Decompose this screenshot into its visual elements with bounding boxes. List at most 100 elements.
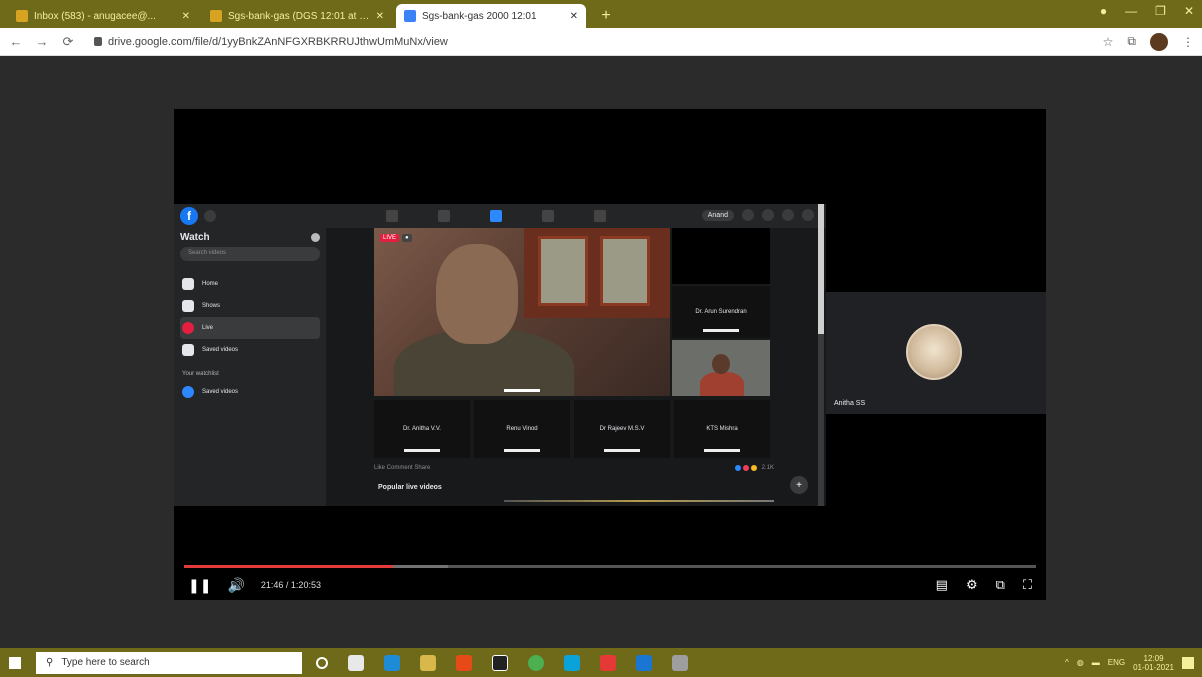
fb-nav-icons	[386, 210, 606, 222]
back-icon[interactable]: ←	[8, 34, 24, 49]
store-icon[interactable]	[564, 654, 580, 671]
volume-icon[interactable]: 🔊	[227, 577, 244, 594]
network-icon[interactable]: ◍	[1077, 658, 1084, 667]
close-tab-icon[interactable]: ✕	[570, 11, 578, 22]
live-icon	[182, 322, 194, 334]
close-tab-icon[interactable]: ✕	[376, 11, 384, 22]
office-icon[interactable]	[456, 654, 472, 671]
url-field[interactable]: drive.google.com/file/d/1yyBnkZAnNFGXRBK…	[86, 32, 1093, 52]
participant-name: Renu Vinod	[506, 426, 538, 432]
fb-watch-sidebar: Watch Search videos Home Shows Live Save…	[174, 228, 326, 506]
browser-tab-strip: Inbox (583) - anugacee@... ✕ Sgs-bank-ga…	[0, 0, 1202, 28]
participant-tile: KTS Mishra	[674, 400, 770, 458]
url-text: drive.google.com/file/d/1yyBnkZAnNFGXRBK…	[108, 35, 448, 48]
reload-icon[interactable]: ⟳	[60, 34, 76, 50]
miniplayer-icon[interactable]: ⧉	[996, 577, 1005, 593]
participant-name-bar	[404, 449, 440, 452]
fb-topbar: f Anand	[174, 204, 826, 228]
pause-icon[interactable]: ❚❚	[188, 577, 211, 594]
cortana-icon[interactable]	[316, 656, 328, 669]
tab-label: Sgs-bank-gas (DGS 12:01 at t...	[228, 10, 370, 22]
fb-scrollbar	[818, 204, 824, 506]
settings-gear-icon[interactable]: ⚙	[966, 577, 978, 593]
extension-icon[interactable]: ⧉	[1127, 34, 1136, 49]
close-tab-icon[interactable]: ✕	[182, 11, 190, 22]
shows-icon	[182, 300, 194, 312]
home-icon	[182, 278, 194, 290]
app-misc-icon[interactable]	[672, 654, 688, 671]
task-view-icon[interactable]	[348, 654, 364, 671]
file-explorer-icon[interactable]	[420, 654, 436, 671]
fb-sidebar-item-home: Home	[180, 273, 320, 295]
chrome-icon[interactable]	[528, 654, 544, 671]
fb-watchlist-heading: Your watchlist	[182, 371, 219, 377]
friends-icon	[438, 210, 450, 222]
edge-icon[interactable]	[384, 654, 400, 671]
windows-logo-icon	[9, 656, 21, 669]
participant-avatar	[906, 324, 962, 380]
cabinet-glass	[538, 236, 588, 306]
reaction-count: 2.1K	[761, 465, 774, 471]
participant-tile: Dr. Anitha V.V.	[374, 400, 470, 458]
fb-search-icon	[204, 210, 216, 222]
notification-icon[interactable]	[1182, 656, 1194, 669]
participant-name: Dr Rajeev M.S.V	[599, 426, 645, 432]
language-indicator[interactable]: ENG	[1108, 658, 1125, 667]
participant-tile: Renu Vinod	[474, 400, 570, 458]
close-window-button[interactable]: ✕	[1184, 4, 1194, 18]
gaming-icon	[594, 210, 606, 222]
lock-icon	[94, 37, 102, 46]
participant-name-bar	[504, 449, 540, 452]
browser-tab[interactable]: Sgs-bank-gas (DGS 12:01 at t... ✕	[202, 4, 392, 28]
participant-head	[712, 354, 730, 374]
speaker-name-bar	[504, 389, 540, 392]
browser-tab-active[interactable]: Sgs-bank-gas 2000 12:01 ✕	[396, 4, 586, 28]
tray-chevron-icon[interactable]: ^	[1065, 658, 1069, 667]
window-controls: ● — ❐ ✕	[1100, 4, 1194, 18]
clock-date: 01-01-2021	[1133, 662, 1174, 672]
action-links: Like Comment Share	[374, 465, 431, 471]
video-time: 21:46 / 1:20:53	[260, 580, 321, 590]
forward-icon[interactable]: →	[34, 34, 50, 49]
maximize-button[interactable]: ❐	[1155, 4, 1166, 18]
participant-name-bar	[703, 329, 739, 332]
background-cabinet	[524, 228, 670, 318]
acrobat-icon[interactable]	[600, 654, 616, 671]
reaction-strip: Like Comment Share 2.1K	[374, 462, 774, 474]
participant-name-bar	[604, 449, 640, 452]
video-controls-right: ▤ ⚙ ⧉ ⛶	[936, 577, 1032, 593]
star-icon[interactable]: ☆	[1103, 35, 1114, 49]
video-progress-bar[interactable]	[184, 565, 1036, 568]
word-icon[interactable]	[636, 654, 652, 671]
fb-sidebar-title: Watch	[180, 232, 320, 243]
start-button[interactable]	[0, 648, 30, 677]
participant-tile: Dr Rajeev M.S.V	[574, 400, 670, 458]
taskbar-search-placeholder: Type here to search	[61, 657, 150, 668]
main-speaker-video: LIVE ●	[374, 228, 670, 396]
participant-name: Dr. Anitha V.V.	[403, 426, 441, 432]
tab-label: Inbox (583) - anugacee@...	[34, 10, 156, 22]
drive-favicon-icon	[404, 10, 416, 22]
page-avatar-icon	[182, 386, 194, 398]
video-player[interactable]: f Anand Watch Search videos Home Shows L…	[174, 109, 1046, 600]
battery-icon[interactable]: ▬	[1092, 658, 1100, 667]
system-clock[interactable]: 12:09 01-01-2021	[1133, 654, 1174, 672]
saved-icon	[182, 344, 194, 356]
captions-icon[interactable]: ▤	[936, 577, 948, 593]
fb-sidebar-label: Live	[202, 325, 214, 331]
profile-avatar[interactable]	[1150, 32, 1168, 51]
gear-icon	[311, 233, 320, 242]
fullscreen-icon[interactable]: ⛶	[1023, 577, 1032, 593]
minimize-button[interactable]: —	[1125, 4, 1137, 18]
speaker-head	[436, 244, 518, 344]
new-tab-button[interactable]: +	[594, 4, 618, 28]
profile-icon[interactable]: ●	[1100, 4, 1107, 18]
drive-video-page: f Anand Watch Search videos Home Shows L…	[0, 56, 1202, 648]
browser-tab[interactable]: Inbox (583) - anugacee@... ✕	[8, 4, 198, 28]
app-a-icon[interactable]	[492, 654, 508, 671]
taskbar-search[interactable]: ⚲ Type here to search	[36, 651, 302, 674]
menu-icon[interactable]: ⋮	[1182, 35, 1194, 49]
reaction-icons: 2.1K	[734, 465, 774, 471]
fb-sidebar-label: Saved videos	[202, 347, 239, 353]
fb-account-icon	[802, 209, 814, 221]
